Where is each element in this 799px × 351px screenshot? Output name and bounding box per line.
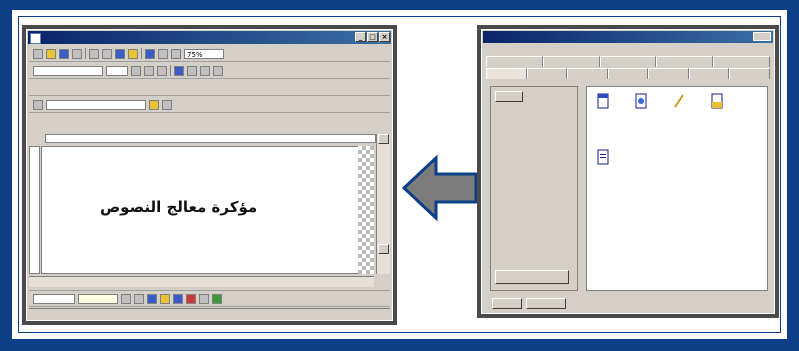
spelling-icon[interactable] bbox=[89, 48, 99, 59]
open-icon[interactable] bbox=[46, 48, 56, 59]
preview-panel bbox=[490, 86, 578, 291]
checkered-margin bbox=[358, 146, 374, 274]
dialog-body bbox=[481, 29, 775, 314]
new-icon[interactable] bbox=[33, 48, 43, 59]
align-right-icon[interactable] bbox=[200, 65, 210, 76]
tab-row-front bbox=[486, 68, 771, 79]
style-select[interactable] bbox=[33, 65, 103, 76]
justify-icon[interactable] bbox=[213, 65, 223, 76]
paste-icon[interactable] bbox=[128, 48, 138, 59]
ellipse-icon[interactable] bbox=[134, 293, 144, 304]
address-field[interactable] bbox=[46, 99, 146, 110]
draw-menu[interactable] bbox=[33, 293, 75, 304]
border-icon[interactable] bbox=[162, 99, 172, 110]
tab-general[interactable] bbox=[486, 68, 527, 79]
word-titlebar[interactable]: _ □ × bbox=[28, 31, 391, 44]
drawing-toolbar bbox=[29, 97, 390, 113]
document-text: مؤكرة معالج النصوص bbox=[100, 198, 258, 216]
cancel-button[interactable] bbox=[526, 298, 566, 309]
zoom-select[interactable]: 75% bbox=[184, 48, 224, 59]
web-page-icon[interactable] bbox=[635, 93, 647, 109]
tab[interactable] bbox=[486, 56, 543, 67]
email-icon[interactable] bbox=[673, 93, 685, 109]
font-color-icon[interactable] bbox=[186, 293, 196, 304]
wordart-icon[interactable] bbox=[147, 293, 157, 304]
ok-button[interactable] bbox=[492, 298, 522, 309]
word-window: _ □ × 75% مؤكرة معالج النصوص bbox=[22, 25, 397, 325]
save-icon[interactable] bbox=[59, 48, 69, 59]
word-window-body: _ □ × 75% مؤكرة معالج النصوص bbox=[26, 29, 393, 321]
rectangle-icon[interactable] bbox=[121, 293, 131, 304]
horizontal-scrollbar[interactable] bbox=[29, 276, 374, 287]
template-icon[interactable] bbox=[711, 93, 723, 109]
redo-icon[interactable] bbox=[158, 48, 168, 59]
horizontal-ruler[interactable] bbox=[45, 134, 376, 143]
line-color-icon[interactable] bbox=[173, 293, 183, 304]
dialog-titlebar[interactable] bbox=[483, 31, 773, 43]
maximize-button[interactable]: □ bbox=[367, 32, 378, 42]
menu-bar bbox=[29, 80, 390, 96]
create-new-group[interactable] bbox=[495, 270, 569, 284]
scroll-down-button[interactable] bbox=[378, 244, 389, 254]
line-style-icon[interactable] bbox=[199, 293, 209, 304]
tab[interactable] bbox=[526, 68, 568, 79]
bold-icon[interactable] bbox=[131, 65, 141, 76]
tab[interactable] bbox=[599, 56, 657, 67]
print-preview-icon[interactable] bbox=[72, 48, 82, 59]
font-size-select[interactable] bbox=[106, 65, 128, 76]
new-document-dialog bbox=[477, 25, 779, 318]
vertical-scrollbar[interactable] bbox=[376, 134, 390, 274]
fill-color-icon[interactable] bbox=[160, 293, 170, 304]
tab[interactable] bbox=[607, 68, 649, 79]
minimize-button[interactable]: _ bbox=[355, 32, 366, 42]
align-left-icon[interactable] bbox=[174, 65, 184, 76]
tab[interactable] bbox=[713, 56, 770, 67]
view-options-button[interactable] bbox=[495, 91, 523, 102]
tab[interactable] bbox=[648, 68, 689, 79]
tab-row-back bbox=[486, 56, 770, 67]
tab[interactable] bbox=[656, 56, 714, 67]
undo-icon[interactable] bbox=[145, 48, 155, 59]
table-icon[interactable] bbox=[171, 48, 181, 59]
word-app-icon[interactable] bbox=[30, 33, 41, 44]
close-button[interactable]: × bbox=[379, 32, 390, 42]
scroll-up-button[interactable] bbox=[378, 134, 389, 144]
pen-icon[interactable] bbox=[33, 99, 43, 110]
tab[interactable] bbox=[542, 56, 600, 67]
template-list[interactable] bbox=[586, 86, 768, 291]
status-bar bbox=[29, 308, 390, 319]
cut-icon[interactable] bbox=[102, 48, 112, 59]
document-area[interactable]: مؤكرة معالج النصوص bbox=[41, 146, 374, 274]
help-close-buttons[interactable] bbox=[753, 32, 771, 41]
vertical-ruler[interactable] bbox=[29, 146, 40, 274]
highlight-icon[interactable] bbox=[149, 99, 159, 110]
formatting-toolbar bbox=[29, 63, 390, 79]
drawing-bottom-toolbar bbox=[29, 290, 390, 307]
tab[interactable] bbox=[567, 68, 608, 79]
underline-icon[interactable] bbox=[157, 65, 167, 76]
left-arrow-icon bbox=[402, 154, 478, 222]
align-center-icon[interactable] bbox=[187, 65, 197, 76]
tab[interactable] bbox=[729, 68, 771, 79]
3d-icon[interactable] bbox=[212, 293, 222, 304]
blank-document-icon[interactable] bbox=[597, 93, 609, 109]
tab[interactable] bbox=[688, 68, 730, 79]
standard-toolbar: 75% bbox=[29, 46, 390, 62]
italic-icon[interactable] bbox=[144, 65, 154, 76]
tooltip bbox=[78, 293, 118, 304]
copy-icon[interactable] bbox=[115, 48, 125, 59]
document-icon[interactable] bbox=[597, 149, 609, 165]
